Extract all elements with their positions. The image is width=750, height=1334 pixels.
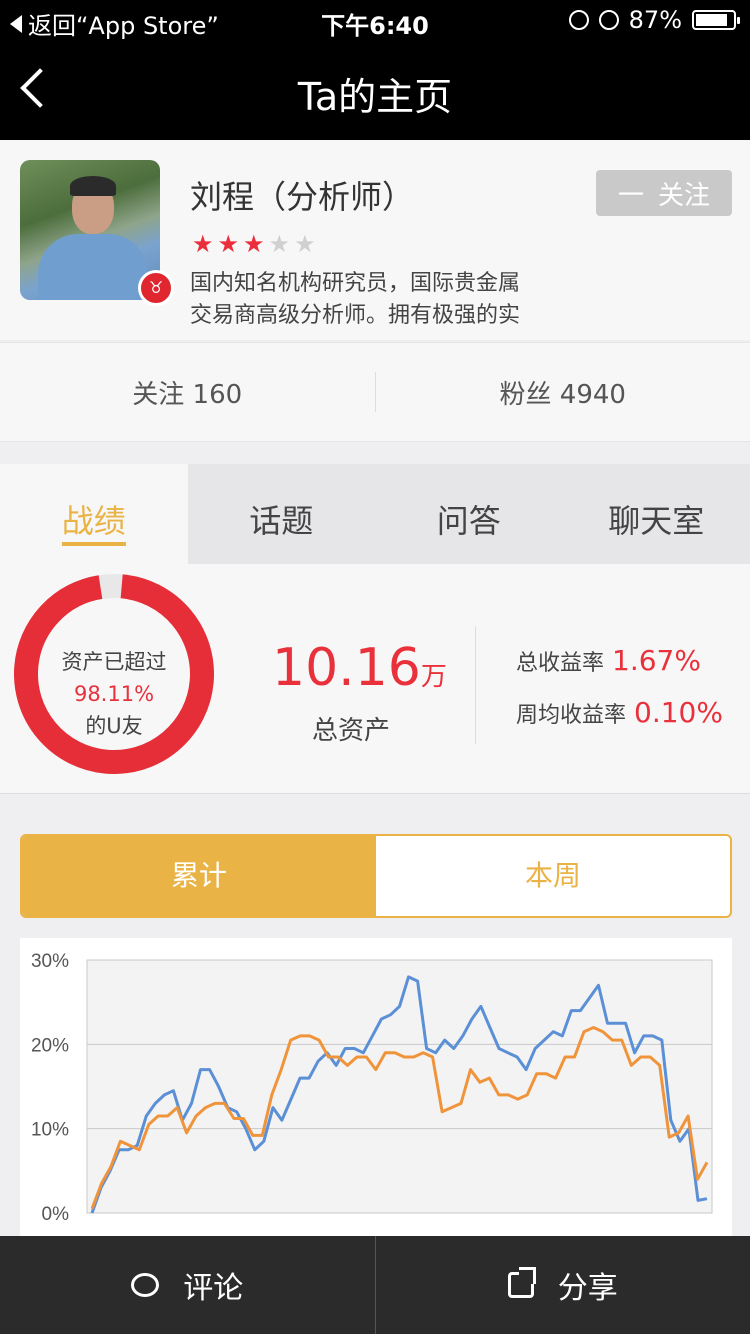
total-assets-label: 总资产 bbox=[312, 716, 391, 746]
star-empty-icon: ★ bbox=[294, 230, 316, 258]
total-return: 总收益率 1.67% bbox=[516, 644, 701, 677]
y-tick-label: 0% bbox=[42, 1204, 70, 1225]
comment-button[interactable]: 评论 bbox=[0, 1263, 375, 1307]
alarm-icon bbox=[598, 10, 619, 30]
tab-bar: 战绩 话题 问答 聊天室 bbox=[0, 464, 750, 564]
star-filled-icon: ★ bbox=[192, 230, 214, 258]
tab-qa[interactable]: 问答 bbox=[375, 464, 563, 564]
weekly-return: 周均收益率 0.10% bbox=[516, 696, 723, 729]
verified-badge-icon: ♉ bbox=[138, 270, 174, 306]
total-assets-value: 10.16万 bbox=[272, 638, 447, 698]
star-empty-icon: ★ bbox=[268, 230, 291, 258]
segment-cumulative[interactable]: 累计 bbox=[22, 836, 376, 916]
share-label: 分享 bbox=[557, 1271, 618, 1306]
follow-label: 关注 bbox=[658, 180, 711, 211]
period-segment: 累计 本周 bbox=[20, 834, 732, 918]
battery-percent: 87% bbox=[628, 6, 682, 34]
star-filled-icon: ★ bbox=[243, 230, 265, 258]
plot-area bbox=[86, 959, 713, 1214]
tab-label: 话题 bbox=[249, 502, 314, 540]
status-bar: 返回“App Store” 下午6:40 87% bbox=[0, 0, 750, 40]
rate-value: 1.67% bbox=[612, 644, 701, 677]
bottom-bar: 评论 分享 bbox=[0, 1236, 750, 1334]
tab-label: 聊天室 bbox=[608, 502, 705, 540]
ring-line: 资产已超过 bbox=[61, 650, 167, 674]
ring-line: 的U友 bbox=[85, 714, 143, 738]
y-tick-label: 30% bbox=[31, 951, 69, 972]
share-icon bbox=[507, 1267, 536, 1298]
total-unit: 万 bbox=[420, 662, 447, 692]
rate-label: 周均收益率 bbox=[516, 703, 627, 728]
tab-underline bbox=[62, 542, 126, 546]
chat-bubble-icon bbox=[131, 1273, 160, 1297]
follow-prefix: 一 bbox=[617, 180, 644, 211]
y-tick-label: 10% bbox=[31, 1120, 69, 1141]
fans-count[interactable]: 粉丝 4940 bbox=[376, 374, 750, 411]
nav-bar: Ta的主页 bbox=[0, 40, 750, 140]
comment-label: 评论 bbox=[183, 1271, 244, 1306]
tab-chatroom[interactable]: 聊天室 bbox=[563, 464, 750, 564]
user-name: 刘程（分析师） bbox=[190, 178, 415, 216]
stats-panel: 资产已超过 98.11% 的U友 10.16万 总资产 总收益率 1.67% 周均… bbox=[0, 564, 750, 794]
returns-line-chart: 0% 10% 20% 30% bbox=[20, 938, 732, 1238]
rate-value: 0.10% bbox=[634, 696, 723, 729]
follow-counts: 关注 160 粉丝 4940 bbox=[0, 342, 750, 442]
tab-label: 问答 bbox=[436, 502, 501, 540]
bio-line: 交易商高级分析师。拥有极强的实 bbox=[190, 303, 521, 328]
y-tick-label: 20% bbox=[31, 1035, 69, 1056]
follow-button[interactable]: 一 关注 bbox=[596, 170, 732, 216]
divider bbox=[475, 626, 476, 744]
ring-percent: 98.11% bbox=[73, 682, 155, 706]
battery-icon bbox=[692, 10, 740, 30]
segment-this-week[interactable]: 本周 bbox=[376, 836, 730, 916]
profile-card: 刘程（分析师） ★ ★ ★ ★ ★ 国内知名机构研究员，国际贵金属 交易商高级分析师。拥… bbox=[0, 140, 750, 340]
rate-label: 总收益率 bbox=[516, 651, 605, 676]
bio-line: 国内知名机构研究员，国际贵金属 bbox=[190, 271, 521, 296]
orientation-lock-icon bbox=[568, 10, 589, 30]
user-bio: 国内知名机构研究员，国际贵金属 交易商高级分析师。拥有极强的实 bbox=[190, 268, 570, 332]
tab-record[interactable]: 战绩 bbox=[0, 464, 188, 564]
page-title: Ta的主页 bbox=[297, 75, 453, 119]
following-count[interactable]: 关注 160 bbox=[0, 374, 375, 411]
tab-topics[interactable]: 话题 bbox=[188, 464, 376, 564]
total-number: 10.16 bbox=[272, 638, 421, 698]
ring-label: 资产已超过 98.11% 的U友 bbox=[14, 646, 214, 742]
tab-label: 战绩 bbox=[61, 502, 126, 540]
share-button[interactable]: 分享 bbox=[376, 1263, 750, 1307]
rating-stars: ★ ★ ★ ★ ★ bbox=[192, 230, 316, 258]
star-filled-icon: ★ bbox=[217, 230, 240, 258]
